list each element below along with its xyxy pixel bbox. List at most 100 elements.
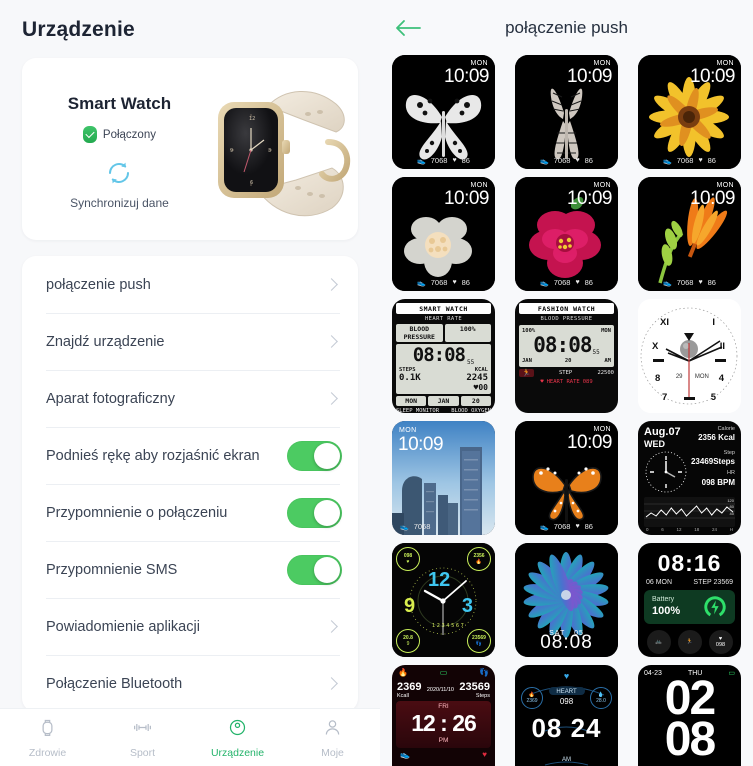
watchface-thumbnail[interactable]: FASHION WATCH BLOOD PRESSURE 100% MON 08… (515, 299, 618, 413)
blue-hr-value: 098 (559, 697, 574, 706)
watchface-thumbnail[interactable]: MON 10:09 👟 7068 ♥ 86 (638, 177, 741, 291)
fashion-time: 08:08 (533, 333, 592, 357)
sync-refresh-icon (105, 159, 133, 187)
watchface-time: 10:09 (398, 434, 444, 455)
watchface-thumbnail[interactable]: Aug.07 WED Calorie 2356 Kcal Step 23469S… (638, 421, 741, 535)
lcd-sleep-label: SLEEP MONITOR (396, 407, 440, 413)
settings-item-app-notification[interactable]: Powiadomienie aplikacji (22, 598, 358, 655)
settings-item-sms-reminder[interactable]: Przypomnienie SMS (22, 541, 358, 598)
watchface-metrics: 👟 7068 ♥ 86 (515, 278, 618, 287)
watchface-thumbnail[interactable]: XI I X II 8 4 7 5 29 MON (638, 299, 741, 413)
settings-item-label: Przypomnienie o połączeniu (46, 504, 228, 521)
watchface-thumbnail[interactable]: ♥ HEART 098 🔥 2369 💧 28.0 08 24 AM SUN 0… (515, 665, 618, 766)
watchface-time: 10:09 (566, 188, 613, 209)
battery-bolt-icon (704, 596, 726, 618)
analog-numeral: I (712, 317, 715, 328)
stats-day-value: WED (644, 438, 665, 449)
steps-icon: 👣 (479, 668, 489, 677)
lcd-hr: 00 (478, 382, 488, 392)
red-kcal: 2369 Kcall (397, 681, 421, 699)
lcd-time: 08:08 (412, 344, 466, 366)
nav-tab-device[interactable]: Urządzenie (190, 717, 285, 759)
device-name: Smart Watch (67, 94, 172, 113)
watchface-day: MON (399, 427, 417, 434)
svg-text:1 2 3 4 5 6 7: 1 2 3 4 5 6 7 (432, 623, 464, 629)
watchface-thumbnail[interactable]: SMART WATCH HEART RATE BLOOD PRESSURE 10… (392, 299, 495, 413)
card-date: 06 MON (646, 579, 673, 586)
device-card[interactable]: Smart Watch Połączony Synchronizuj dane … (22, 58, 358, 240)
lcd-month: JAN (428, 395, 459, 406)
watchface-thumbnail[interactable]: 🔥 ▭ 👣 2369 Kcall 2020/11/10 23569 Steps (392, 665, 495, 766)
svg-text:9: 9 (230, 148, 233, 154)
call-reminder-toggle[interactable] (287, 497, 342, 528)
card-battery-text: Battery 100% (652, 595, 680, 618)
battery-icon: ▭ (439, 668, 448, 677)
watchface-thumbnail[interactable]: MON 10:09 👟 7068 ♥ 86 (392, 177, 495, 291)
bottom-navigation: Zdrowie Sport Urządzenie Moje (0, 708, 380, 766)
flame-icon: 🔥 (398, 668, 408, 677)
toggle-knob (314, 442, 340, 469)
settings-item-label: Przypomnienie SMS (46, 561, 178, 578)
settings-item-bluetooth[interactable]: Połączenie Bluetooth (22, 655, 358, 712)
watchface-hr: 86 (461, 156, 470, 165)
device-pane: Urządzenie Smart Watch Połączony Synchro… (0, 0, 380, 766)
watchface-time: 10:09 (566, 66, 613, 87)
watchface-steps: 7068 (676, 156, 694, 165)
stats-calorie-label: Calorie (717, 426, 735, 432)
back-arrow-icon[interactable] (394, 16, 422, 40)
watchface-thumbnail[interactable]: MON 10:09 👟 7068 ♥ 86 (392, 55, 495, 169)
watchface-thumbnail[interactable]: MON 10:09 👟 7068 (392, 421, 495, 535)
watchface-thumbnail[interactable]: MON 10:09 👟 7068 ♥ 86 (515, 421, 618, 535)
settings-item-raise-to-wake[interactable]: Podnieś rękę aby rozjaśnić ekran (22, 427, 358, 484)
stats-hr-label: HR (727, 470, 735, 477)
watchface-pane: połączenie push MON 10:09 👟 7068 ♥ 86 MO… (380, 0, 753, 766)
raise-to-wake-toggle[interactable] (287, 440, 342, 471)
settings-item-find-device[interactable]: Znajdź urządzenie (22, 313, 358, 370)
lcd-battery: 100% (444, 324, 491, 342)
settings-item-push[interactable]: połączenie push (22, 256, 358, 313)
blue-badge-distance: 💧 28.0 (590, 687, 612, 709)
watchface-thumbnail[interactable]: SAT 05 08:08 (515, 543, 618, 657)
analog-numeral: 4 (718, 373, 724, 384)
red-kcal-label: Kcall (397, 693, 409, 699)
sync-button[interactable]: Synchronizuj dane (70, 159, 169, 210)
watchface-thumbnail[interactable]: MON 10:09 👟 7068 ♥ 86 (515, 177, 618, 291)
watchface-thumbnail[interactable]: 04-23 THU ▭ 02 08 (638, 665, 741, 766)
watchface-thumbnail[interactable]: MON 10:09 👟 7068 ♥ 86 (515, 55, 618, 169)
card-battery-label: Battery (652, 596, 675, 604)
x-tick: 6 (661, 526, 664, 532)
watchface-time: 08:08 (540, 632, 593, 653)
nav-tab-health[interactable]: Zdrowie (0, 717, 95, 759)
analog-date: 29 (675, 374, 683, 381)
stats-hr-value: 098 BPM (701, 477, 735, 487)
analog-numeral: X (652, 341, 659, 352)
lcd-title: SMART WATCH (396, 303, 491, 314)
watchface-steps: 7068 (413, 522, 431, 531)
card-subrow: 06 MON STEP 23569 (643, 577, 736, 590)
sms-reminder-toggle[interactable] (287, 554, 342, 585)
watchface-hr: 86 (584, 278, 593, 287)
settings-item-call-reminder[interactable]: Przypomnienie o połączeniu (22, 484, 358, 541)
neon-badge-calorie: 2356 🔥 (467, 547, 491, 571)
steps-icon: 👟 (663, 279, 672, 287)
watchface-grid: MON 10:09 👟 7068 ♥ 86 MON 10:09 👟 7068 ♥… (380, 55, 753, 766)
settings-item-label: Połączenie Bluetooth (46, 675, 183, 692)
watchface-thumbnail[interactable]: 08:16 06 MON STEP 23569 Battery 100% 🚲 🏃… (638, 543, 741, 657)
nav-tab-sport[interactable]: Sport (95, 717, 190, 759)
watchface-thumbnail[interactable]: 1 2 3 4 5 6 7 12 3 9 098 ♥ 2356 🔥 20.8 9 (392, 543, 495, 657)
analog-numeral: II (719, 341, 725, 352)
settings-item-camera[interactable]: Aparat fotograficzny (22, 370, 358, 427)
x-tick: H (729, 526, 733, 532)
watchface-thumbnail[interactable]: MON 10:09 👟 7068 ♥ 86 (638, 55, 741, 169)
steps-icon: 👟 (400, 523, 409, 531)
card-steps: 23569 (713, 579, 733, 586)
watchface-steps: 7068 (676, 278, 694, 287)
card-hr-value: 098 (715, 642, 726, 648)
toggle-knob (314, 499, 340, 526)
nav-tab-mine[interactable]: Moje (285, 717, 380, 759)
heart-icon: ♥ (452, 279, 457, 286)
red-time: 12 : 26 (411, 710, 477, 736)
watchface-time: 10:09 (443, 188, 490, 209)
stats-date: Aug.07 WED (644, 426, 681, 449)
analog-numeral: 5 (710, 392, 716, 403)
